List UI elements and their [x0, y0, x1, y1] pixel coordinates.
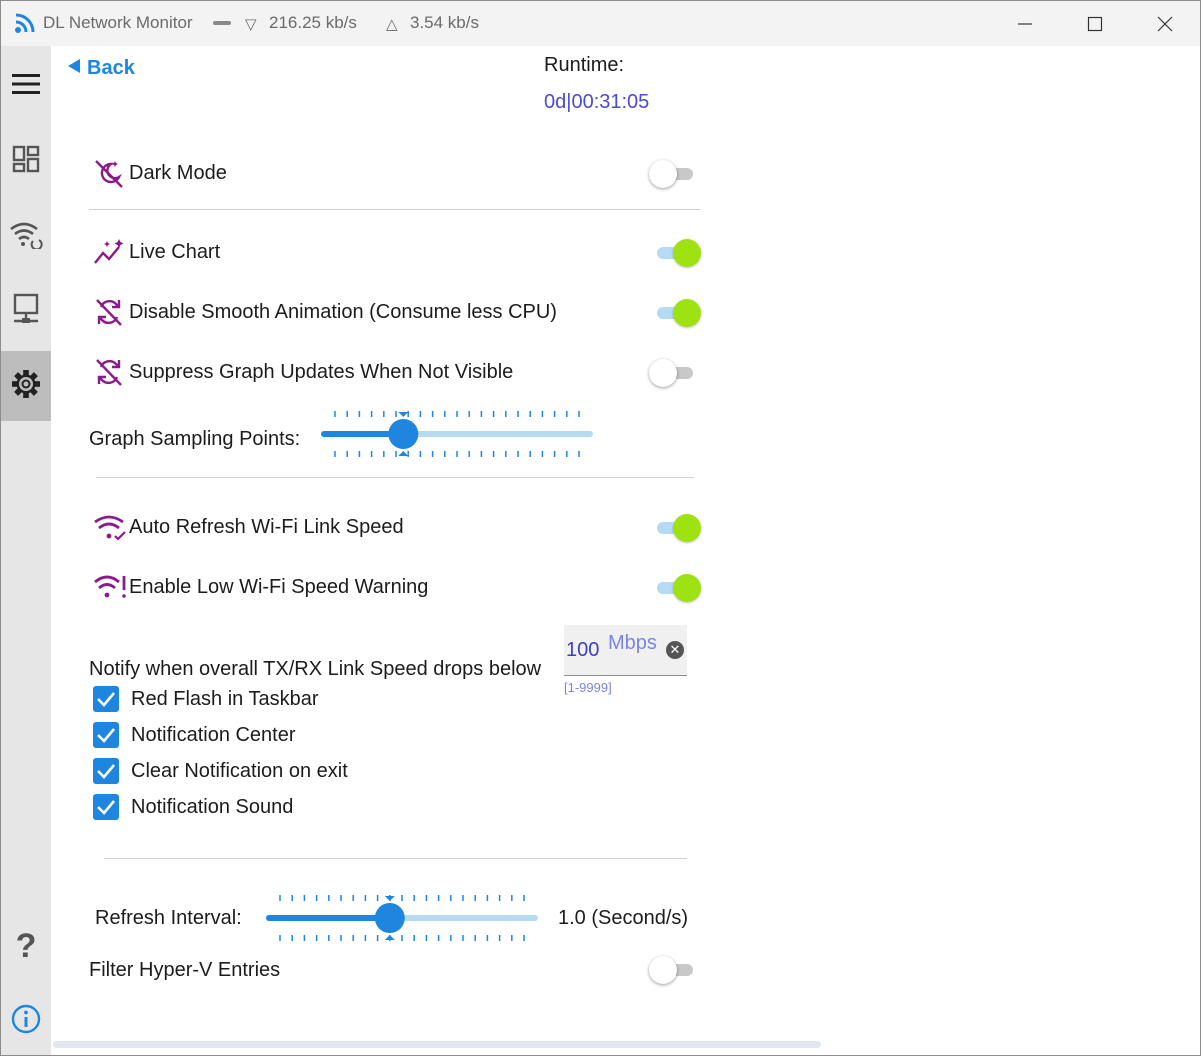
app-title: DL Network Monitor	[43, 13, 193, 32]
low-wifi-warning-toggle[interactable]	[655, 573, 703, 603]
runtime-label: Runtime:	[544, 54, 625, 76]
maximize-button[interactable]	[1060, 1, 1130, 46]
divider	[89, 209, 700, 210]
dark-mode-label: Dark Mode	[129, 161, 227, 184]
close-button[interactable]	[1130, 1, 1200, 46]
checkbox-label: Clear Notification on exit	[131, 759, 348, 782]
app-window: DL Network Monitor ▽ 216.25 kb/s △ 3.54 …	[0, 0, 1201, 1056]
gear-icon	[11, 369, 41, 404]
toggle-thumb	[673, 239, 701, 267]
red-flash-taskbar-checkbox[interactable]: Red Flash in Taskbar	[93, 686, 319, 712]
refresh-interval-slider[interactable]	[266, 891, 538, 945]
horizontal-scrollbar[interactable]	[53, 1041, 821, 1048]
suppress-graph-updates-row: Suppress Graph Updates When Not Visible	[93, 357, 513, 387]
auto-refresh-wifi-toggle[interactable]	[655, 513, 703, 543]
hamburger-menu-button[interactable]	[1, 51, 51, 121]
slider-fill	[266, 915, 390, 921]
notify-threshold-label: Notify when overall TX/RX Link Speed dro…	[89, 658, 542, 680]
dark-mode-icon	[93, 158, 129, 188]
divider	[96, 477, 694, 478]
dark-mode-row: Dark Mode	[93, 158, 227, 188]
checkbox-checked-icon	[93, 758, 119, 784]
auto-refresh-wifi-row: Auto Refresh Wi-Fi Link Speed	[93, 512, 404, 542]
sidebar: ?	[1, 46, 51, 1055]
low-wifi-warning-row: Enable Low Wi-Fi Speed Warning	[93, 572, 428, 602]
about-button[interactable]	[1, 986, 51, 1055]
clear-input-icon[interactable]: ✕	[666, 641, 684, 659]
sync-off-icon	[93, 297, 129, 327]
filter-hyperv-label: Filter Hyper-V Entries	[89, 959, 281, 981]
speed-threshold-input[interactable]: 100 Mbps ✕	[564, 625, 687, 676]
live-chart-label: Live Chart	[129, 240, 221, 263]
disable-smooth-animation-row: Disable Smooth Animation (Consume less C…	[93, 297, 557, 327]
speed-threshold-unit: Mbps	[608, 632, 657, 654]
speed-threshold-value: 100	[566, 639, 600, 661]
slider-marker	[398, 451, 409, 456]
checkbox-checked-icon	[93, 794, 119, 820]
slider-thumb	[388, 419, 419, 449]
auto-refresh-wifi-label: Auto Refresh Wi-Fi Link Speed	[129, 515, 404, 538]
back-button[interactable]: Back	[67, 57, 135, 80]
dashboard-icon	[12, 145, 40, 178]
live-chart-icon	[93, 237, 129, 267]
hamburger-menu-icon	[12, 73, 40, 100]
checkbox-checked-icon	[93, 722, 119, 748]
runtime-value: 0d|00:31:05	[544, 91, 650, 113]
sidebar-item-dashboard[interactable]	[1, 126, 51, 196]
app-logo-icon	[14, 12, 36, 39]
dark-mode-toggle[interactable]	[649, 159, 697, 189]
checkbox-checked-icon	[93, 686, 119, 712]
refresh-interval-label: Refresh Interval:	[95, 907, 242, 929]
back-label: Back	[87, 57, 135, 79]
refresh-interval-value: 1.0 (Second/s)	[558, 907, 689, 929]
info-icon	[11, 1004, 41, 1039]
toggle-thumb	[649, 956, 677, 984]
checkbox-label: Notification Center	[131, 723, 296, 746]
download-speed: 216.25 kb/s	[269, 13, 357, 32]
notification-sound-checkbox[interactable]: Notification Sound	[93, 794, 293, 820]
sidebar-item-wifi[interactable]	[1, 201, 51, 271]
graph-sampling-points-slider[interactable]	[321, 407, 593, 461]
live-chart-row: Live Chart	[93, 237, 220, 267]
graph-sampling-points-label: Graph Sampling Points:	[89, 428, 301, 450]
sidebar-item-network-adapter[interactable]	[1, 276, 51, 346]
disable-smooth-animation-toggle[interactable]	[655, 298, 703, 328]
wifi-check-icon	[93, 512, 129, 542]
toggle-thumb	[649, 160, 677, 188]
title-separator	[213, 21, 231, 25]
toggle-thumb	[673, 574, 701, 602]
disable-smooth-animation-label: Disable Smooth Animation (Consume less C…	[129, 300, 557, 323]
toggle-thumb	[673, 514, 701, 542]
back-arrow-icon	[67, 57, 81, 80]
low-wifi-warning-label: Enable Low Wi-Fi Speed Warning	[129, 575, 429, 598]
question-icon: ?	[15, 926, 37, 965]
slider-marker	[398, 412, 409, 417]
toggle-thumb	[649, 359, 677, 387]
sidebar-item-settings[interactable]	[1, 351, 51, 421]
wifi-refresh-icon	[9, 219, 43, 254]
sync-off-icon	[93, 357, 129, 387]
minimize-button[interactable]	[990, 1, 1060, 46]
checkbox-label: Red Flash in Taskbar	[131, 687, 319, 710]
checkbox-label: Notification Sound	[131, 795, 294, 818]
upload-arrow-icon: △	[386, 16, 398, 33]
clear-notification-on-exit-checkbox[interactable]: Clear Notification on exit	[93, 758, 348, 784]
wifi-alert-icon	[93, 572, 129, 602]
title-bar: DL Network Monitor ▽ 216.25 kb/s △ 3.54 …	[1, 1, 1200, 46]
monitor-network-icon	[12, 293, 40, 330]
toggle-thumb	[673, 299, 701, 327]
notification-center-checkbox[interactable]: Notification Center	[93, 722, 296, 748]
slider-marker	[384, 935, 395, 940]
download-arrow-icon: ▽	[245, 16, 257, 33]
filter-hyperv-toggle[interactable]	[649, 955, 697, 985]
help-button[interactable]: ?	[1, 911, 51, 981]
suppress-graph-updates-label: Suppress Graph Updates When Not Visible	[129, 360, 514, 383]
slider-thumb	[374, 903, 405, 933]
speed-range-hint: [1-9999]	[564, 680, 612, 695]
suppress-graph-updates-toggle[interactable]	[649, 358, 697, 388]
slider-marker	[384, 896, 395, 901]
divider	[104, 858, 687, 859]
live-chart-toggle[interactable]	[655, 238, 703, 268]
upload-speed: 3.54 kb/s	[410, 13, 479, 32]
